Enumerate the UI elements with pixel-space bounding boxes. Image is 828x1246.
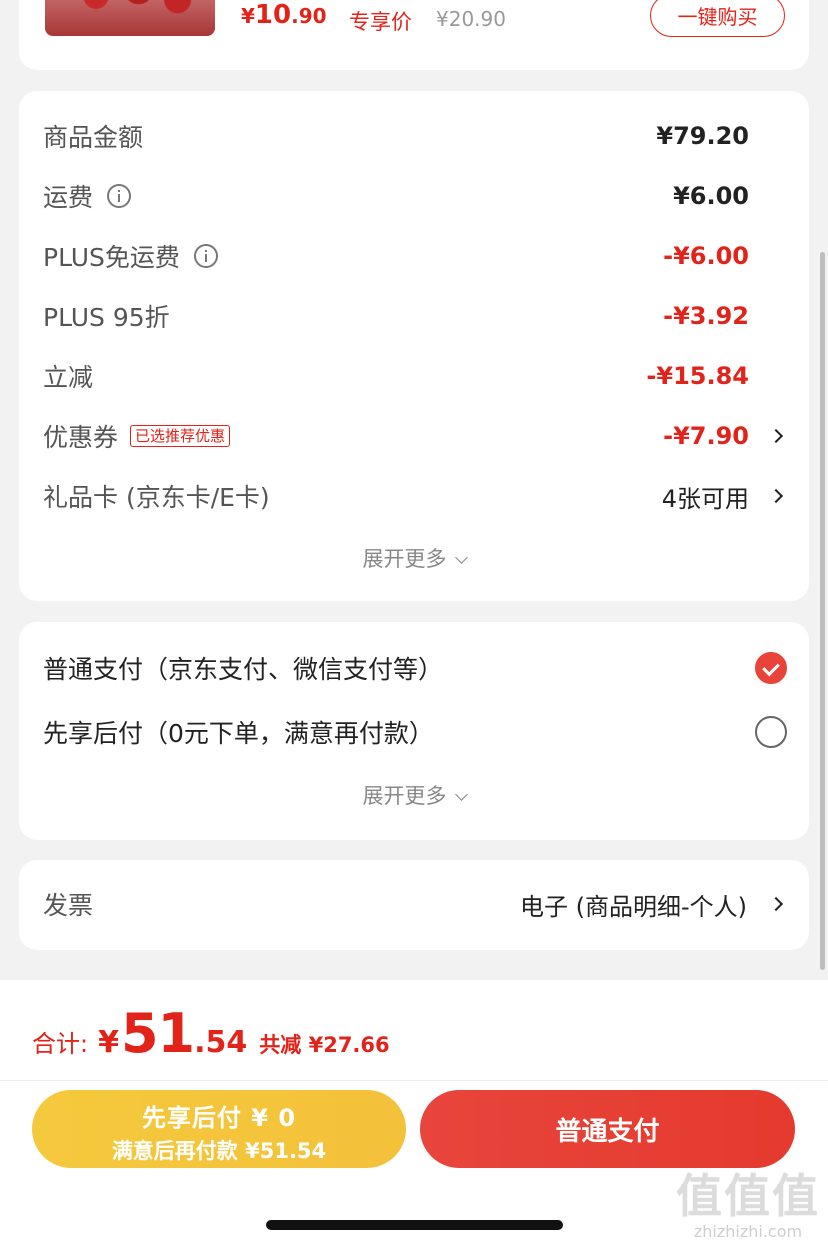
price-currency: ¥	[241, 4, 255, 28]
row-instant-discount: 立减 -¥15.84	[43, 356, 785, 396]
row-label: PLUS免运费	[43, 243, 180, 272]
expand-label: 展开更多	[362, 784, 447, 808]
row-label: 优惠券	[43, 423, 119, 452]
row-label: 商品金额	[43, 123, 144, 152]
watermark-url: zhizhizhi.com	[693, 1222, 803, 1241]
chevron-right-icon	[768, 896, 784, 912]
order-total: 合计: ¥ 51 .54 共减 ¥27.66	[32, 1002, 390, 1065]
chevron-right-icon	[768, 488, 784, 504]
total-integer: 51	[120, 1002, 195, 1065]
total-currency: ¥	[98, 1025, 119, 1060]
coupon-badge: 已选推荐优惠	[130, 425, 231, 447]
chevron-down-icon	[454, 788, 468, 801]
row-value: 4张可用	[661, 484, 749, 513]
row-label: 礼品卡 (京东卡/E卡)	[43, 483, 270, 512]
original-price: ¥20.90	[436, 7, 506, 31]
info-icon[interactable]	[107, 184, 132, 208]
row-label: 立减	[43, 363, 94, 392]
checkout-bar: 合计: ¥ 51 .54 共减 ¥27.66 先享后付 ¥ 0 满意后再付款 ¥…	[0, 980, 828, 1246]
row-shipping: 运费 ¥6.00	[43, 176, 785, 216]
row-goods-amount: 商品金额 ¥79.20	[43, 116, 785, 156]
amount-details-card: 商品金额 ¥79.20 运费 ¥6.00 PLUS免运费 -¥6.00 PLUS…	[19, 91, 809, 601]
info-icon[interactable]	[193, 244, 218, 268]
watermark-text: 值值值	[676, 1169, 820, 1223]
product-thumbnail[interactable]	[45, 0, 215, 36]
total-label: 合计:	[32, 1030, 89, 1058]
row-plus-discount: PLUS 95折 -¥3.92	[43, 296, 785, 336]
invoice-card[interactable]: 发票 电子 (商品明细-个人)	[19, 860, 809, 950]
price-decimal: .90	[291, 4, 327, 28]
payment-option-label: 普通支付（京东支付、微信支付等）	[43, 655, 444, 684]
total-decimal: .54	[194, 1025, 248, 1060]
product-card: ¥10.90 专享价 ¥20.90 一键购买	[19, 0, 809, 70]
payment-option-pay-later[interactable]: 先享后付（0元下单，满意再付款）	[43, 710, 787, 754]
pay-later-button[interactable]: 先享后付 ¥ 0 满意后再付款 ¥51.54	[32, 1090, 406, 1168]
row-gift-card[interactable]: 礼品卡 (京东卡/E卡) 4张可用	[43, 476, 785, 516]
pay-later-title: 先享后付 ¥ 0	[141, 1104, 297, 1132]
watermark-logo: 值值值 zhizhizhi.com	[676, 1160, 820, 1241]
price-integer: 10	[254, 0, 292, 30]
row-coupon[interactable]: 优惠券 已选推荐优惠 -¥7.90	[43, 416, 785, 456]
row-label: 运费	[43, 183, 94, 212]
expand-more-button[interactable]: 展开更多	[19, 543, 809, 573]
scrollbar[interactable]	[820, 252, 825, 970]
product-price: ¥10.90	[241, 0, 327, 30]
row-value: ¥6.00	[673, 182, 749, 210]
row-plus-free-shipping: PLUS免运费 -¥6.00	[43, 236, 785, 276]
total-savings: 共减 ¥27.66	[259, 1033, 390, 1057]
chevron-right-icon	[768, 428, 784, 444]
row-value: -¥6.00	[663, 242, 749, 270]
pay-normal-button[interactable]: 普通支付	[420, 1090, 795, 1168]
expand-more-button[interactable]: 展开更多	[19, 780, 809, 810]
pay-later-subtitle: 满意后再付款 ¥51.54	[111, 1139, 327, 1163]
one-click-buy-button[interactable]: 一键购买	[650, 0, 785, 37]
row-value: -¥7.90	[663, 422, 749, 450]
row-value: ¥79.20	[656, 122, 749, 150]
chevron-down-icon	[454, 551, 468, 564]
row-value: -¥3.92	[663, 302, 749, 330]
invoice-value: 电子 (商品明细-个人)	[519, 893, 747, 921]
divider	[0, 1080, 828, 1081]
home-indicator[interactable]	[266, 1220, 563, 1230]
invoice-label: 发票	[43, 891, 94, 920]
radio-unchecked-icon[interactable]	[755, 716, 787, 748]
price-tag: 专享价	[349, 10, 412, 34]
row-label: PLUS 95折	[43, 303, 170, 332]
expand-label: 展开更多	[362, 547, 447, 571]
payment-option-label: 先享后付（0元下单，满意再付款）	[43, 719, 434, 748]
row-value: -¥15.84	[646, 362, 749, 390]
radio-checked-icon[interactable]	[755, 652, 787, 684]
payment-method-card: 普通支付（京东支付、微信支付等） 先享后付（0元下单，满意再付款） 展开更多	[19, 622, 809, 840]
payment-option-normal[interactable]: 普通支付（京东支付、微信支付等）	[43, 646, 787, 690]
